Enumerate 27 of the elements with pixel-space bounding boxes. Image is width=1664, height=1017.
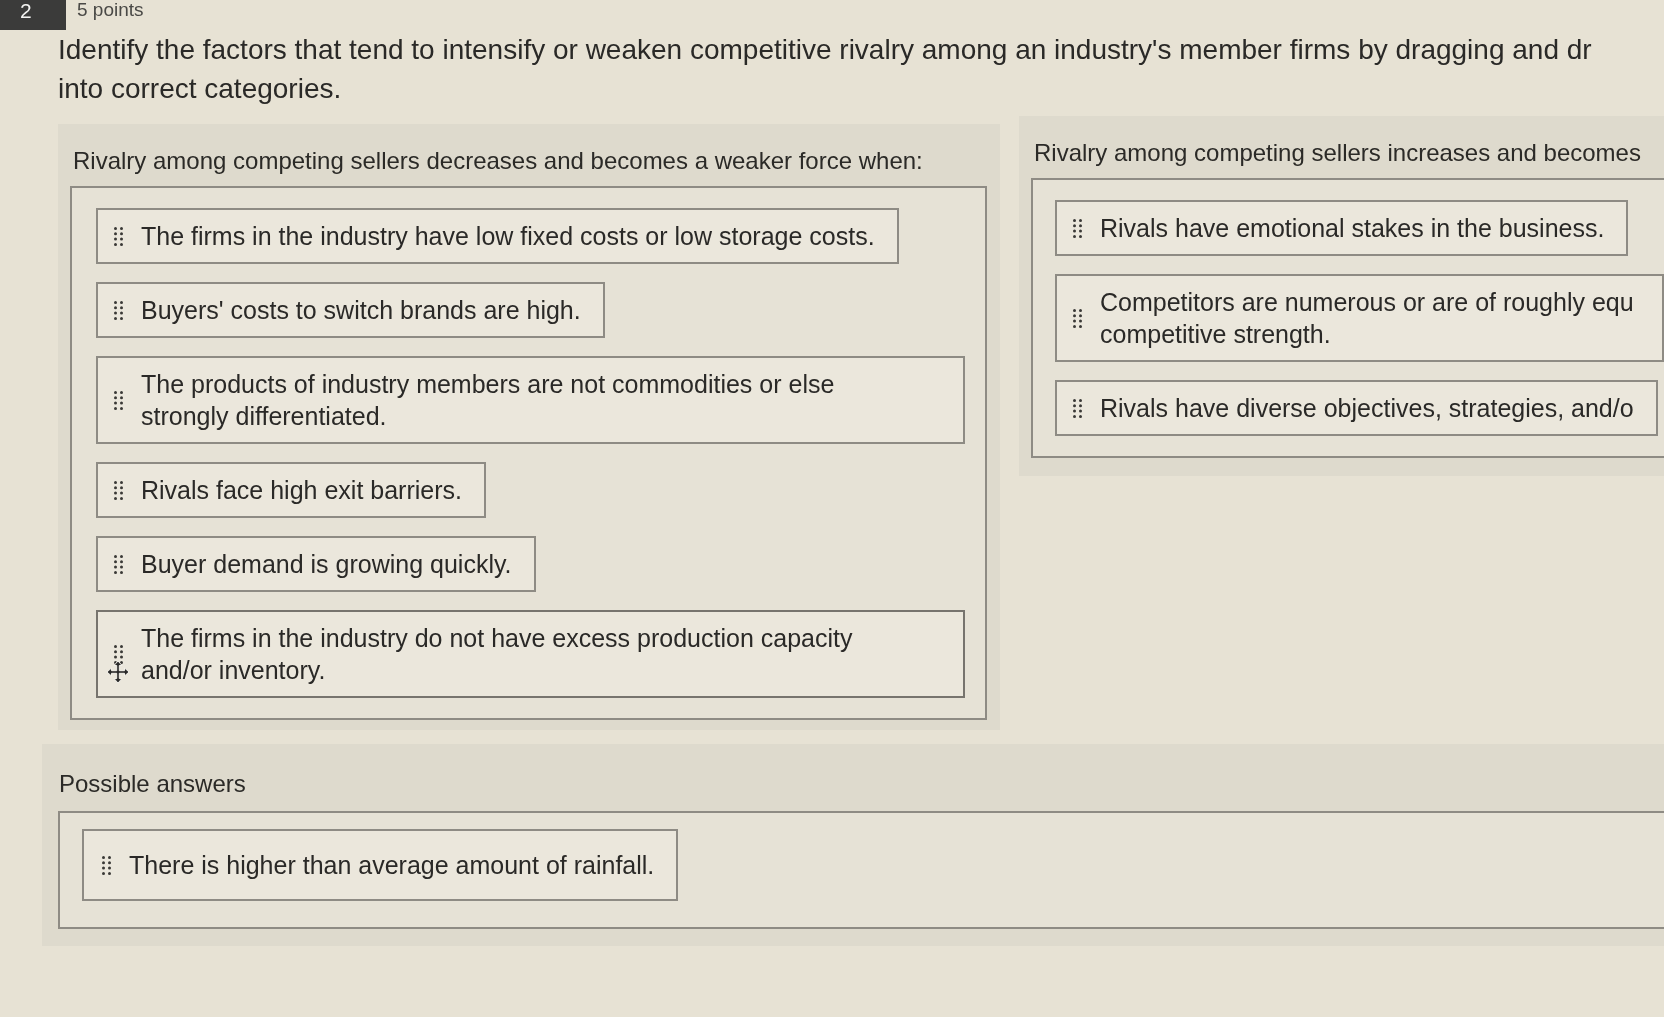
drag-handle-icon[interactable] <box>114 226 123 246</box>
question-number-badge: 2 <box>0 0 66 30</box>
drag-handle-icon[interactable] <box>114 300 123 320</box>
points-label: 5 points <box>77 0 144 19</box>
draggable-answer[interactable]: Rivals have emotional stakes in the business. <box>1055 200 1629 256</box>
draggable-answer[interactable]: The firms in the industry do not have excess production capacity and/or inventory. <box>96 610 965 698</box>
drag-handle-icon[interactable] <box>1073 218 1082 238</box>
drag-handle-icon[interactable] <box>114 644 123 664</box>
drag-handle-icon[interactable] <box>102 855 111 875</box>
draggable-answer[interactable]: The firms in the industry have low fixed costs or low storage costs. <box>96 208 899 264</box>
draggable-answer[interactable]: Buyers' costs to switch brands are high. <box>96 282 605 338</box>
draggable-answer[interactable]: There is higher than average amount of rainfall. <box>82 829 679 901</box>
drag-handle-icon[interactable] <box>114 554 123 574</box>
drag-handle-icon[interactable] <box>114 480 123 500</box>
draggable-answer[interactable]: Rivals face high exit barriers. <box>96 462 486 518</box>
drag-handle-icon[interactable] <box>1073 308 1082 328</box>
category-title: Rivalry among competing sellers decreases and becomes a weaker force when: <box>72 146 924 176</box>
draggable-answer[interactable]: Buyer demand is growing quickly. <box>96 536 536 592</box>
draggable-answer[interactable]: Competitors are numerous or are of roughly equ competitive strength. <box>1055 274 1664 362</box>
drag-handle-icon[interactable] <box>1073 398 1082 418</box>
draggable-answer[interactable]: The products of industry members are not commodities or else strongly differentiated. <box>96 356 965 444</box>
question-prompt: Identify the factors that tend to intensify or weaken competitive rivalry among an industry's member firms by dragging and dr into correct categories. <box>58 33 1593 106</box>
drag-handle-icon[interactable] <box>114 390 123 410</box>
category-title: Rivalry among competing sellers increases and becomes <box>1033 138 1642 168</box>
draggable-answer[interactable]: Rivals have diverse objectives, strategies, and/o <box>1055 380 1658 436</box>
move-cursor-icon <box>106 660 130 684</box>
answer-bank-title: Possible answers <box>58 769 247 799</box>
